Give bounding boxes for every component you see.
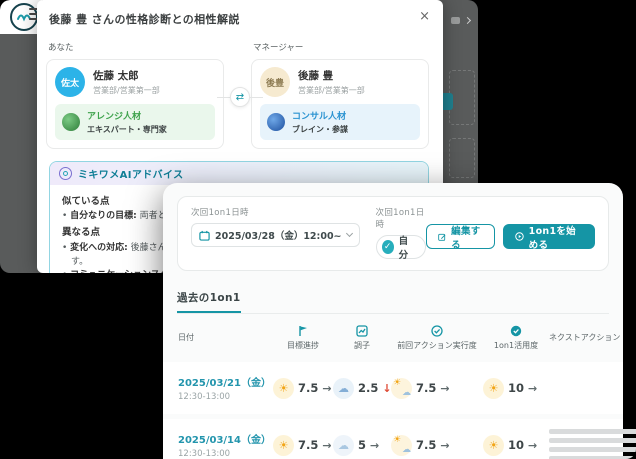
weather-sunny-icon: ☀ (483, 434, 504, 456)
goal-progress-icon (297, 324, 309, 337)
metric-cell: ☀ 7.5 → (273, 377, 333, 399)
next-oneonone-panel: 次回1on1日時 2025/03/28（金）12:00~ 次回1on1日時 ✓ … (177, 196, 609, 271)
personality-type-panel: アレンジ人材 エキスパート・専門家 (55, 104, 215, 140)
person-name: 後藤 豊 (298, 70, 334, 82)
next-datetime-label: 次回1on1日時 (191, 208, 249, 218)
weather-sunny-icon: ☀ (273, 434, 294, 456)
metric-cell: ☀ 10 → (483, 434, 549, 456)
weather-sunny-icon: ☀ (273, 377, 294, 399)
column-header: ネクストアクション (549, 333, 621, 342)
ai-advice-icon (59, 167, 72, 180)
next-action-cell (549, 425, 636, 459)
metric-cell: ☀ 10 → (483, 377, 549, 399)
trend-flat-icon: → (528, 438, 538, 452)
history-heading: 過去の1on1 (177, 290, 241, 313)
oneonone-card: 次回1on1日時 2025/03/28（金）12:00~ 次回1on1日時 ✓ … (163, 183, 636, 459)
weather-rainy-icon: ☁ (333, 377, 354, 399)
manager-section: マネージャー 後豊 後藤 豊 営業部/営業第一部 コンサル人材 ブレイン・参謀 (251, 27, 429, 149)
owner-group: 次回1on1日時 ✓ 自分 (375, 206, 427, 261)
type-character-icon (62, 113, 80, 131)
column-header: 1on1活用度 (483, 324, 549, 351)
trend-flat-icon: → (440, 381, 450, 395)
owner-label: 次回1on1日時 (375, 208, 425, 230)
session-date: 2025/03/21（金） 12:30-13:00 (178, 378, 271, 402)
metric-cell: ☀ ☁ 7.5 → (391, 434, 483, 456)
you-label: あなた (48, 43, 74, 53)
edit-icon (438, 233, 446, 241)
start-icon (514, 232, 524, 241)
metric-cell: ☁ 5 → (333, 434, 391, 456)
next-datetime-group: 次回1on1日時 2025/03/28（金）12:00~ (191, 206, 360, 247)
history-section-header: 過去の1on1 (177, 286, 609, 314)
action-execution-icon (431, 324, 443, 337)
metric-cell: ☀ 7.5 → (273, 434, 333, 456)
type-desc: エキスパート・専門家 (87, 125, 167, 134)
owner-toggle[interactable]: ✓ 自分 (375, 235, 427, 261)
type-label: コンサル人材 (292, 112, 347, 122)
metric-score: 10 (508, 381, 525, 395)
you-section: あなた 佐太 佐藤 太郎 営業部/営業第一部 アレンジ人材 エキスパート・専門家 (46, 27, 224, 149)
manager-label: マネージャー (253, 43, 304, 53)
calendar-icon (199, 230, 210, 241)
column-header: 目標進捗 (273, 324, 333, 351)
type-desc: ブレイン・参謀 (292, 125, 348, 134)
personality-type-panel: コンサル人材 ブレイン・参謀 (260, 104, 420, 140)
check-icon: ✓ (381, 240, 394, 254)
dimmed-button-fragment (443, 93, 453, 110)
metric-score: 7.5 (416, 381, 437, 395)
trend-flat-icon: → (370, 438, 380, 452)
weather-partly-icon: ☀ ☁ (391, 377, 412, 399)
person-name: 佐藤 太郎 (93, 70, 139, 82)
metric-score: 7.5 (298, 381, 319, 395)
trend-flat-icon: → (528, 381, 538, 395)
metric-score: 5 (358, 438, 367, 452)
start-oneonone-button[interactable]: 1on1を始める (502, 224, 595, 251)
modal-title: 後藤 豊 さんの性格診断との相性解説 (49, 13, 240, 26)
metric-score: 2.5 (358, 381, 379, 395)
chevron-down-icon (345, 229, 353, 238)
metric-score: 10 (508, 438, 525, 452)
history-row[interactable]: 2025/03/21（金） 12:30-13:00 ☀ 7.5 → ☁ 2.5 ↓ ☀ ☁ 7.5 →… (163, 362, 623, 414)
owner-value: 自分 (398, 236, 409, 261)
avatar: 佐太 (55, 67, 85, 97)
person-department: 営業部/営業第一部 (93, 86, 160, 95)
session-date: 2025/03/14（金） 12:30-13:00 (178, 435, 271, 459)
type-label: アレンジ人材 (87, 112, 142, 122)
column-header: 前回アクション実行度 (391, 324, 483, 351)
you-card: 佐太 佐藤 太郎 営業部/営業第一部 アレンジ人材 エキスパート・専門家 (46, 59, 224, 149)
weather-partly-icon: ☀ ☁ (391, 434, 412, 456)
trend-flat-icon: → (440, 438, 450, 452)
trend-flat-icon: → (322, 381, 332, 395)
metric-cell: ☁ 2.5 ↓ (333, 377, 392, 399)
screenshot-canvas: 後藤 豊 さんの性格診断との相性解説 × あなた 佐太 佐藤 太郎 営業部/営業… (0, 0, 636, 459)
weather-sunny-icon: ☀ (483, 377, 504, 399)
swap-arrows-icon: ⇄ (230, 87, 250, 107)
metric-score: 7.5 (416, 438, 437, 452)
trend-flat-icon: → (322, 438, 332, 452)
history-table-header: 日付 目標進捗 調子 前回アクション実行度 1on1活用度 ネクストアクション (163, 314, 623, 357)
close-icon[interactable]: × (419, 10, 430, 23)
compatibility-compare: あなた 佐太 佐藤 太郎 営業部/営業第一部 アレンジ人材 エキスパート・専門家… (37, 27, 443, 149)
avatar: 後豊 (260, 67, 290, 97)
metric-cell: ☀ ☁ 7.5 → (391, 377, 483, 399)
edit-button[interactable]: 編集する (426, 224, 495, 251)
history-table-body: 2025/03/21（金） 12:30-13:00 ☀ 7.5 → ☁ 2.5 ↓ ☀ ☁ 7.5 →… (163, 362, 636, 459)
column-header: 日付 (178, 333, 194, 342)
person-department: 営業部/営業第一部 (298, 86, 365, 95)
condition-icon (356, 324, 368, 337)
datetime-input[interactable]: 2025/03/28（金）12:00~ (191, 223, 360, 247)
column-header: 調子 (333, 324, 391, 351)
manager-card: 後豊 後藤 豊 営業部/営業第一部 コンサル人材 ブレイン・参謀 (251, 59, 429, 149)
datetime-value: 2025/03/28（金）12:00~ (215, 231, 342, 242)
ai-advice-title: ミキワメAIアドバイス (78, 170, 184, 181)
utilization-icon (510, 324, 522, 337)
metric-score: 7.5 (298, 438, 319, 452)
relation-connector: ⇄ (217, 87, 263, 107)
history-row[interactable]: 2025/03/14（金） 12:30-13:00 ☀ 7.5 → ☁ 5 → ☀ ☁ 7.5 → ☀ 1… (163, 419, 636, 459)
weather-cloudy-icon: ☁ (333, 434, 354, 456)
type-character-icon (267, 113, 285, 131)
